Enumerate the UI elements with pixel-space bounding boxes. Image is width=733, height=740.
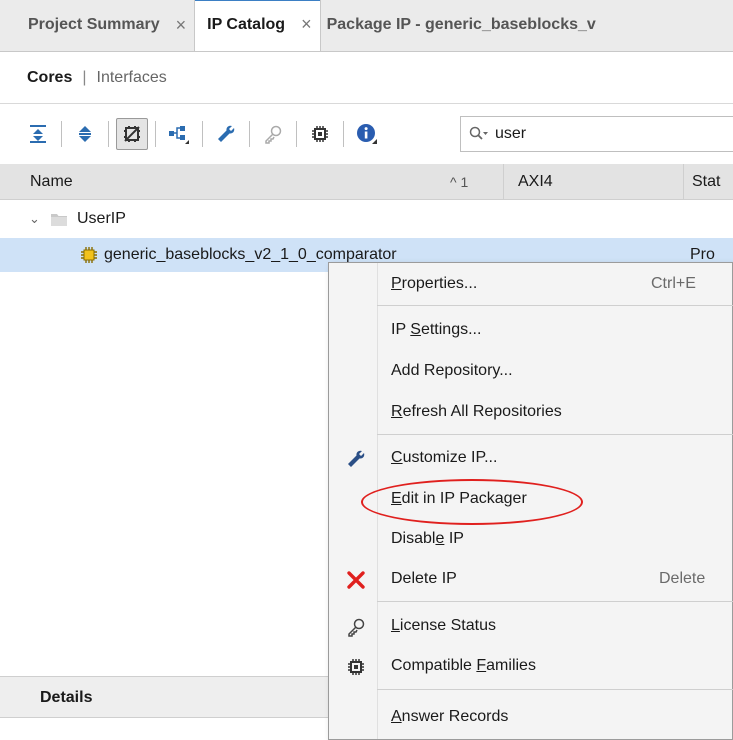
- toolbar-separator: [296, 121, 297, 147]
- column-header-axi4[interactable]: AXI4: [503, 164, 683, 200]
- menu-separator: [377, 434, 733, 435]
- menu-item-edit-in-ip-packager[interactable]: Edit in IP Packager: [329, 480, 733, 518]
- tab-label: Project Summary: [28, 16, 160, 33]
- search-field[interactable]: [460, 116, 733, 152]
- menu-item-refresh-all-repositories[interactable]: Refresh All Repositories: [329, 393, 733, 431]
- menu-item-label: IP Settings...: [391, 321, 482, 338]
- table-header: Name ^ 1 AXI4 Stat: [0, 164, 733, 200]
- collapse-all-button[interactable]: [22, 118, 54, 150]
- tab-label: IP Catalog: [207, 15, 286, 33]
- expand-all-button[interactable]: [69, 118, 101, 150]
- menu-shortcut: Ctrl+E: [651, 275, 696, 292]
- menu-shortcut: Delete: [659, 570, 706, 587]
- menu-item-label: Delete IP: [391, 570, 457, 587]
- tab-package-ip[interactable]: Package IP - generic_baseblocks_v: [321, 0, 604, 51]
- menu-item-disable-ip[interactable]: Disable IP: [329, 520, 733, 558]
- subtab-cores[interactable]: Cores: [27, 69, 72, 87]
- column-header-status[interactable]: Stat: [683, 164, 733, 200]
- search-icon: [469, 126, 488, 140]
- menu-item-label: Properties...: [391, 275, 478, 292]
- catalog-toolbar: [0, 110, 733, 158]
- license-button[interactable]: [257, 118, 289, 150]
- chip-icon: [345, 656, 367, 678]
- menu-item-label: License Status: [391, 617, 496, 634]
- editor-tab-bar: Project Summary × IP Catalog × Package I…: [0, 0, 733, 52]
- key-icon: [265, 125, 282, 144]
- tree-group-row[interactable]: ⌄ UserIP: [0, 202, 733, 236]
- menu-item-answer-records[interactable]: Answer Records: [329, 698, 733, 736]
- menu-item-label: Add Repository...: [391, 362, 513, 379]
- tab-project-summary[interactable]: Project Summary ×: [0, 0, 194, 51]
- info-icon: [357, 124, 377, 144]
- menu-item-delete-ip[interactable]: Delete IP Delete: [329, 560, 733, 598]
- menu-item-license-status[interactable]: License Status: [329, 607, 733, 645]
- chevron-down-icon[interactable]: ⌄: [29, 211, 40, 227]
- catalog-view-tabs: Cores | Interfaces: [0, 52, 733, 104]
- menu-item-label: Refresh All Repositories: [391, 403, 562, 420]
- info-button[interactable]: [351, 118, 383, 150]
- subtab-interfaces[interactable]: Interfaces: [97, 69, 167, 87]
- column-header-label: AXI4: [518, 173, 553, 190]
- menu-item-customize-ip[interactable]: Customize IP...: [329, 439, 733, 477]
- details-title: Details: [40, 689, 93, 706]
- wrench-icon: [345, 448, 367, 470]
- menu-separator: [377, 305, 733, 306]
- menu-item-label: Compatible Families: [391, 657, 536, 674]
- subtab-separator: |: [82, 68, 87, 86]
- menu-item-label: Disable IP: [391, 530, 464, 547]
- tab-ip-catalog[interactable]: IP Catalog ×: [194, 0, 321, 51]
- close-icon[interactable]: ×: [176, 15, 187, 36]
- menu-item-label: Answer Records: [391, 708, 509, 725]
- column-header-name[interactable]: Name: [30, 173, 73, 191]
- menu-item-add-repository[interactable]: Add Repository...: [329, 352, 733, 390]
- toolbar-separator: [249, 121, 250, 147]
- customize-ip-button[interactable]: [210, 118, 242, 150]
- close-icon[interactable]: ×: [301, 14, 312, 35]
- delete-x-icon: [345, 569, 367, 591]
- show-compatible-button[interactable]: [116, 118, 148, 150]
- compatible-filter-icon: [124, 126, 140, 142]
- context-menu: Properties... Ctrl+E IP Settings... Add …: [328, 262, 733, 740]
- menu-separator: [377, 601, 733, 602]
- toolbar-separator: [343, 121, 344, 147]
- tree-group-label: UserIP: [77, 210, 126, 227]
- menu-separator: [377, 689, 733, 690]
- expand-all-icon: [79, 126, 91, 142]
- toolbar-separator: [61, 121, 62, 147]
- key-icon: [345, 616, 367, 638]
- menu-item-label: Customize IP...: [391, 449, 498, 466]
- wrench-icon: [218, 125, 235, 142]
- column-header-label: Stat: [692, 173, 721, 190]
- collapse-all-icon: [30, 125, 46, 143]
- toolbar-separator: [108, 121, 109, 147]
- compatible-families-button[interactable]: [304, 118, 336, 150]
- chip-icon: [312, 126, 328, 142]
- toolbar-separator: [202, 121, 203, 147]
- search-input[interactable]: [495, 125, 695, 143]
- menu-item-label: Edit in IP Packager: [391, 490, 527, 507]
- menu-item-compatible-families[interactable]: Compatible Families: [329, 647, 733, 685]
- sort-indicator: ^ 1: [450, 173, 469, 190]
- hierarchy-button[interactable]: [163, 118, 195, 150]
- toolbar-separator: [155, 121, 156, 147]
- folder-icon: [51, 214, 67, 226]
- menu-item-properties[interactable]: Properties... Ctrl+E: [329, 265, 733, 303]
- ip-core-icon: [81, 247, 97, 263]
- hierarchy-icon: [169, 126, 189, 144]
- menu-item-ip-settings[interactable]: IP Settings...: [329, 311, 733, 349]
- tab-label: Package IP - generic_baseblocks_v: [326, 16, 596, 33]
